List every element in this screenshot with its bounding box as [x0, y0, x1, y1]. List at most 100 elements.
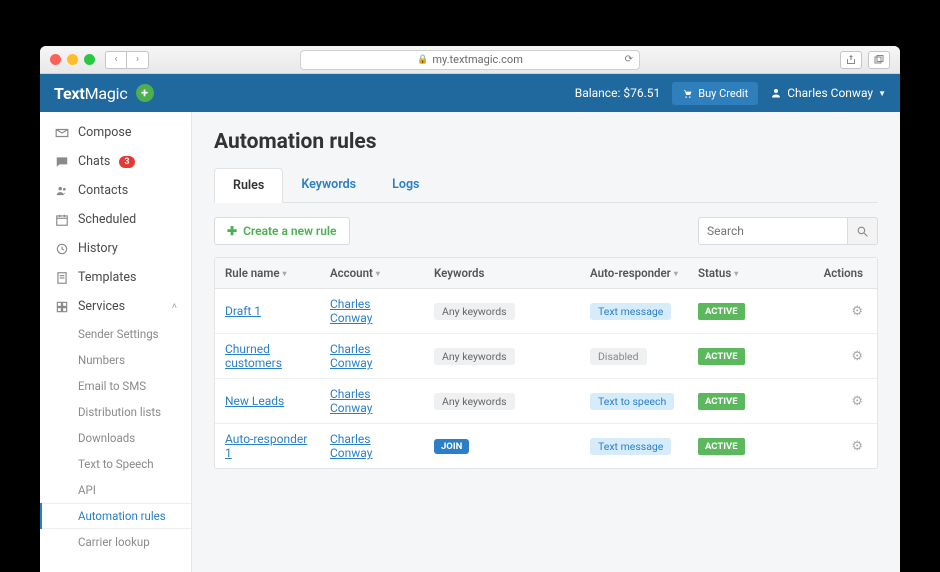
responder-pill: Text message	[590, 438, 671, 455]
tabs: Rules Keywords Logs	[214, 168, 878, 203]
sidebar-sub-sender-settings[interactable]: Sender Settings	[40, 321, 191, 347]
sidebar-sub-downloads[interactable]: Downloads	[40, 425, 191, 451]
sidebar-item-templates[interactable]: Templates	[40, 263, 191, 292]
window-controls	[50, 54, 95, 65]
rule-name-link[interactable]: Churned customers	[225, 342, 310, 370]
responder-pill: Text message	[590, 303, 671, 320]
gear-icon[interactable]: ⚙	[851, 304, 863, 319]
sort-icon: ▾	[283, 269, 287, 278]
th-label: Actions	[824, 266, 863, 280]
content-area: Automation rules Rules Keywords Logs ✚ C…	[192, 112, 900, 572]
sidebar-item-history[interactable]: History	[40, 234, 191, 263]
sidebar-item-scheduled[interactable]: Scheduled	[40, 205, 191, 234]
rule-name-link[interactable]: New Leads	[225, 394, 284, 408]
th-keywords: Keywords	[424, 258, 580, 288]
table-row: New LeadsCharles ConwayAny keywordsText …	[215, 379, 877, 424]
table-row: Auto-responder 1 Charles Conway JOIN Text m…	[215, 424, 877, 468]
create-rule-button[interactable]: ✚ Create a new rule	[214, 217, 350, 245]
address-bar[interactable]: 🔒 my.textmagic.com ⟳	[300, 50, 640, 70]
keywords-pill: Any keywords	[434, 303, 515, 320]
th-label: Keywords	[434, 266, 484, 280]
sidebar-sub-api[interactable]: API	[40, 477, 191, 503]
keywords-pill: Any keywords	[434, 393, 515, 410]
th-rule-name[interactable]: Rule name▾	[215, 258, 320, 288]
search-input[interactable]	[698, 217, 848, 245]
user-menu[interactable]: Charles Conway ▼	[770, 86, 886, 100]
search-button[interactable]	[848, 217, 878, 245]
th-label: Rule name	[225, 266, 280, 280]
tab-keywords[interactable]: Keywords	[283, 168, 374, 202]
traffic-maximize-icon[interactable]	[84, 54, 95, 65]
sidebar-sub-carrier-lookup[interactable]: Carrier lookup	[40, 529, 191, 555]
history-icon	[54, 242, 69, 256]
traffic-close-icon[interactable]	[50, 54, 61, 65]
new-message-button[interactable]: +	[136, 84, 154, 102]
th-account[interactable]: Account▾	[320, 258, 424, 288]
th-status[interactable]: Status▾	[688, 258, 768, 288]
buy-credit-button[interactable]: Buy Credit	[672, 82, 758, 105]
keywords-pill: JOIN	[434, 439, 469, 454]
gear-icon[interactable]: ⚙	[851, 439, 863, 454]
gear-icon[interactable]: ⚙	[851, 349, 863, 364]
sidebar-item-label: Chats	[78, 154, 110, 169]
th-responder[interactable]: Auto-responder▾	[580, 258, 688, 288]
account-link[interactable]: Charles Conway	[330, 342, 414, 370]
sidebar-item-label: History	[78, 241, 118, 256]
templates-icon	[54, 271, 69, 285]
gear-icon[interactable]: ⚙	[851, 394, 863, 409]
chevron-down-icon: ▼	[878, 89, 886, 98]
sidebar-item-label: Scheduled	[78, 212, 136, 227]
keywords-pill: Any keywords	[434, 348, 515, 365]
chat-icon	[54, 155, 69, 169]
account-link[interactable]: Charles Conway	[330, 297, 414, 325]
table-row: Churned customers Charles Conway Any keywo…	[215, 334, 877, 379]
sidebar-sub-numbers[interactable]: Numbers	[40, 347, 191, 373]
th-label: Status	[698, 266, 731, 280]
forward-button[interactable]: ›	[127, 51, 149, 69]
sort-icon: ▾	[674, 269, 678, 278]
back-button[interactable]: ‹	[105, 51, 127, 69]
sidebar-sub-email-to-sms[interactable]: Email to SMS	[40, 373, 191, 399]
tabs-button[interactable]	[868, 51, 890, 69]
rule-name-link[interactable]: Draft 1	[225, 304, 261, 318]
sidebar-item-label: Compose	[78, 125, 131, 140]
table-header-row: Rule name▾ Account▾ Keywords Auto-respon…	[215, 258, 877, 289]
sidebar-item-services[interactable]: Services ˄	[40, 292, 191, 321]
services-icon	[54, 300, 69, 314]
sort-icon: ▾	[376, 269, 380, 278]
create-rule-label: Create a new rule	[243, 224, 336, 238]
sidebar-item-contacts[interactable]: Contacts	[40, 176, 191, 205]
sidebar-sub-distribution-lists[interactable]: Distribution lists	[40, 399, 191, 425]
nav-buttons: ‹ ›	[105, 51, 149, 69]
th-label: Account	[330, 266, 373, 280]
balance-text: Balance: $76.51	[575, 86, 661, 100]
app-header: TextMagic + Balance: $76.51 Buy Credit C…	[40, 74, 900, 112]
sidebar-sub-text-to-speech[interactable]: Text to Speech	[40, 451, 191, 477]
rule-name-link[interactable]: Auto-responder 1	[225, 432, 310, 460]
status-badge: ACTIVE	[698, 438, 745, 455]
reload-icon[interactable]: ⟳	[625, 54, 633, 65]
sidebar-sub-automation-rules[interactable]: Automation rules	[40, 503, 191, 529]
buy-credit-label: Buy Credit	[698, 87, 748, 100]
tab-logs[interactable]: Logs	[374, 168, 437, 202]
sidebar-item-compose[interactable]: Compose	[40, 118, 191, 147]
app-body: Compose Chats 3 Contacts Scheduled Histo…	[40, 112, 900, 572]
browser-chrome: ‹ › 🔒 my.textmagic.com ⟳	[40, 46, 900, 74]
sidebar-item-label: Contacts	[78, 183, 128, 198]
user-icon	[770, 87, 782, 99]
plus-icon: ✚	[227, 224, 237, 238]
th-label: Auto-responder	[590, 266, 671, 280]
logo-part-b: Magic	[85, 84, 128, 103]
toolbar: ✚ Create a new rule	[214, 217, 878, 245]
sidebar-item-chats[interactable]: Chats 3	[40, 147, 191, 176]
status-badge: ACTIVE	[698, 393, 745, 410]
traffic-minimize-icon[interactable]	[67, 54, 78, 65]
account-link[interactable]: Charles Conway	[330, 432, 414, 460]
share-button[interactable]	[840, 51, 862, 69]
url-text: my.textmagic.com	[432, 53, 522, 66]
tab-rules[interactable]: Rules	[214, 168, 283, 203]
cart-icon	[682, 88, 693, 99]
logo[interactable]: TextMagic	[54, 84, 128, 103]
account-link[interactable]: Charles Conway	[330, 387, 414, 415]
sidebar-item-label: Services	[78, 299, 125, 314]
